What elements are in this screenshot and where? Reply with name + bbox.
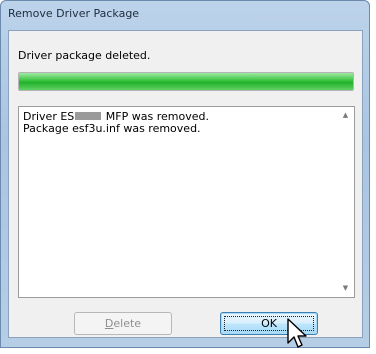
delete-button[interactable]: Delete [74, 312, 172, 335]
dialog-body: Driver package deleted. Driver ES MFP wa… [8, 30, 363, 338]
delete-label-rest: elete [113, 317, 142, 330]
mouse-cursor-icon [287, 318, 307, 348]
progress-fill [19, 73, 353, 90]
log-line-2: Package esf3u.inf was removed. [23, 122, 201, 135]
scroll-down-icon[interactable]: ▼ [337, 280, 354, 297]
redacted-model-name [75, 112, 102, 120]
dialog-title: Remove Driver Package [8, 7, 140, 20]
log-text: Driver ES MFP was removed. Package esf3u… [23, 111, 209, 135]
scroll-up-icon[interactable]: ▲ [337, 107, 354, 124]
progress-bar [18, 72, 354, 91]
log-textbox[interactable]: Driver ES MFP was removed. Package esf3u… [18, 106, 355, 298]
remove-driver-package-dialog: Remove Driver Package Driver package del… [0, 0, 370, 348]
status-message: Driver package deleted. [18, 49, 151, 62]
vertical-scrollbar[interactable]: ▲ ▼ [337, 107, 354, 297]
